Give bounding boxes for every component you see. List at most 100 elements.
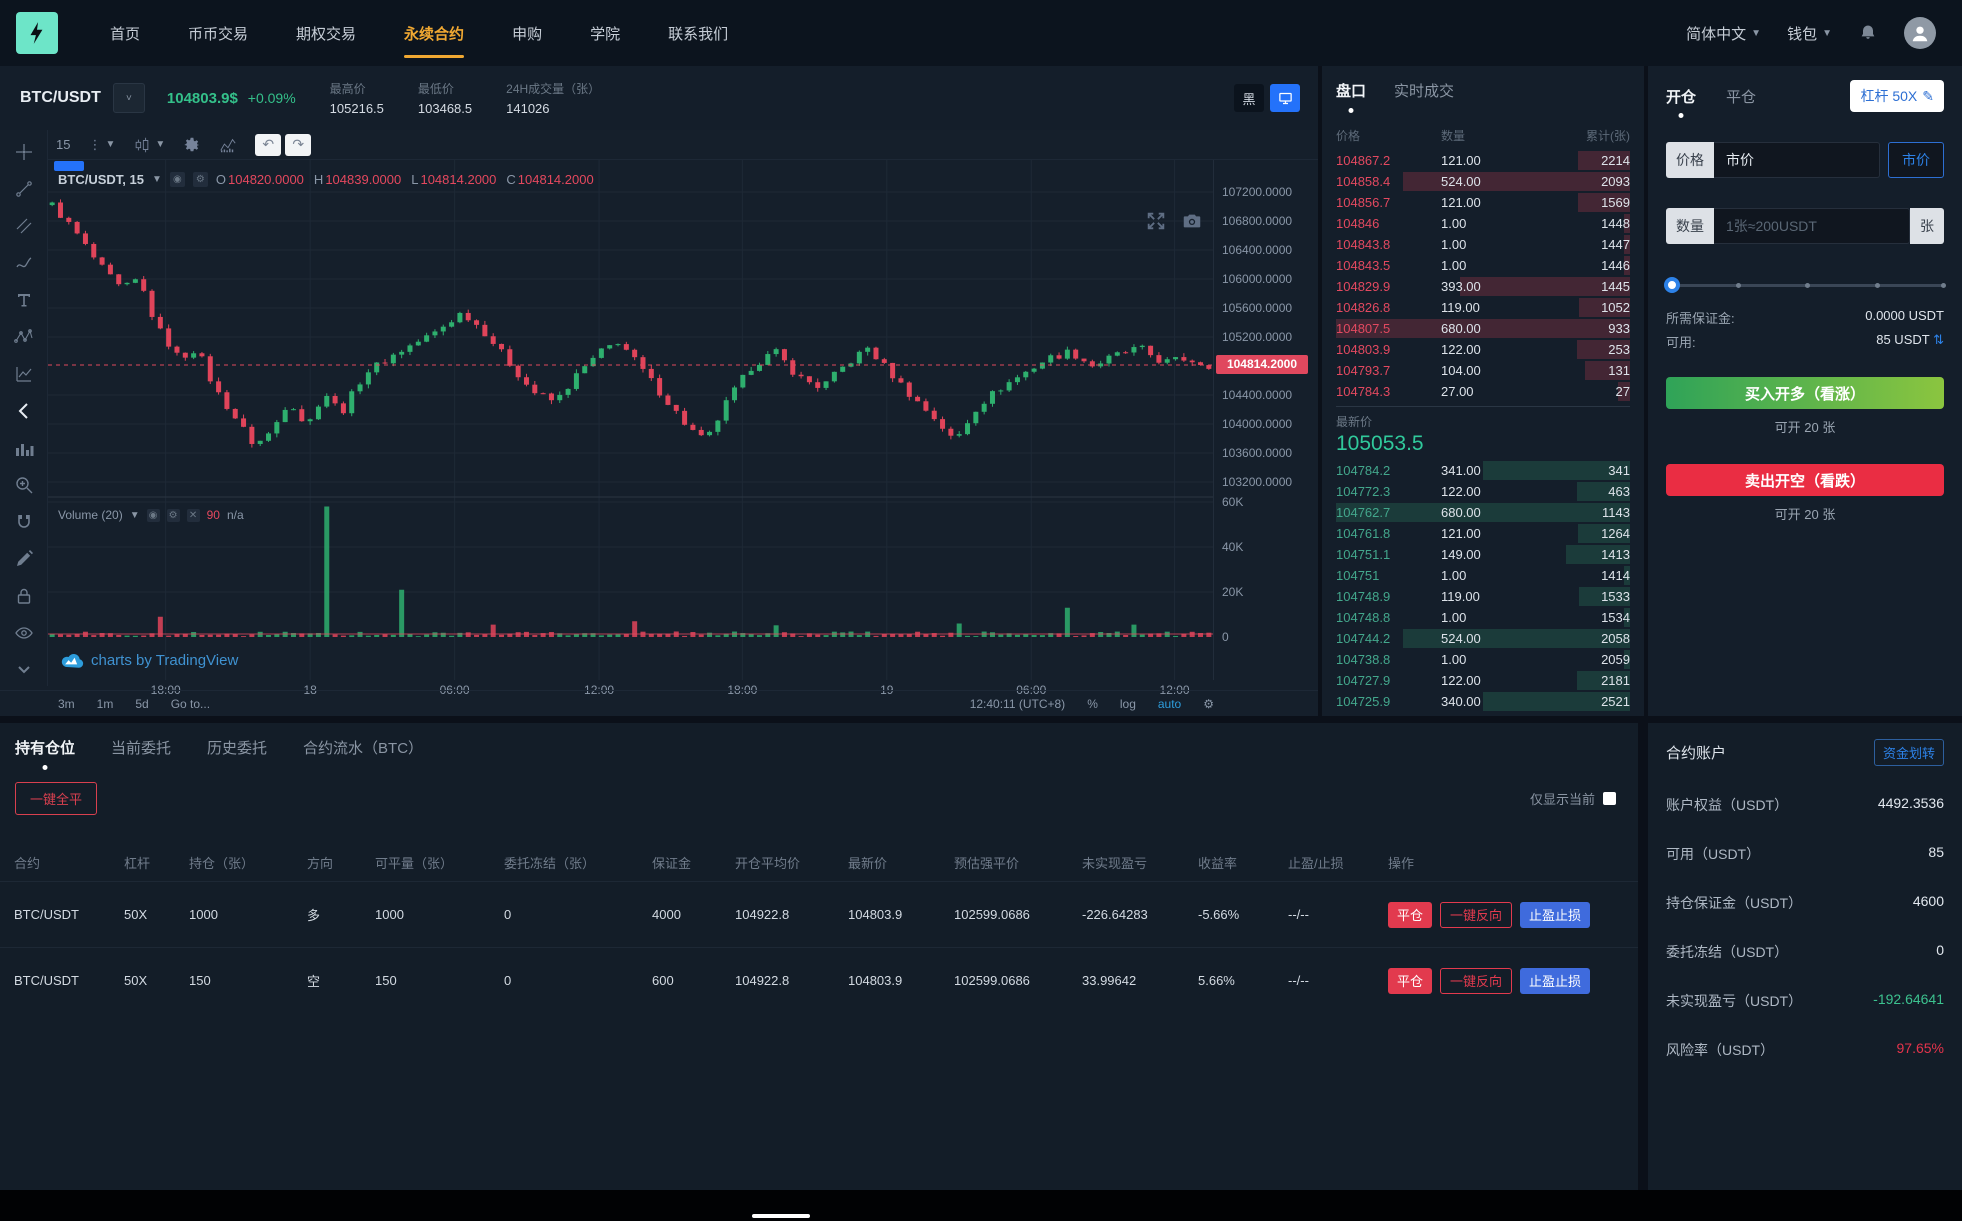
bid-row[interactable]: 104738.8 1.00 2059 [1336,649,1630,670]
language-selector[interactable]: 简体中文 ▼ [1686,23,1761,44]
slider-handle[interactable] [1664,277,1680,293]
close-all-button[interactable]: 一键全平 [15,782,98,815]
settings-gear-icon[interactable] [183,136,201,154]
undo-button[interactable]: ↶ [255,133,282,156]
bid-row[interactable]: 104725.9 340.00 2521 [1336,691,1630,712]
price-input[interactable]: 市价 [1714,142,1880,178]
zoom-icon[interactable] [10,471,38,499]
pair-select-button[interactable]: ˅ [112,83,145,113]
reverse-position-button[interactable]: 一键反向 [1440,967,1513,994]
ask-row[interactable]: 104784.3 27.00 27 [1336,381,1630,402]
gear-icon[interactable]: ⚙ [192,172,208,187]
tab-close-position[interactable]: 平仓 [1726,86,1756,107]
ask-row[interactable]: 104846 1.00 1448 [1336,213,1630,234]
arrow-back-icon[interactable] [10,397,38,425]
ask-row[interactable]: 104829.9 393.00 1445 [1336,276,1630,297]
bid-row[interactable]: 104772.3 122.00 463 [1336,481,1630,502]
amount-slider[interactable] [1664,277,1947,293]
leverage-button[interactable]: 杠杆 50X ✎ [1850,80,1944,112]
buy-long-button[interactable]: 买入开多（看涨） [1666,377,1944,409]
chevron-down-icon[interactable]: ▼ [152,174,162,185]
eye-icon[interactable] [10,619,38,647]
redo-button[interactable]: ↷ [285,133,312,156]
only-current-toggle[interactable]: 仅显示当前 [1530,789,1616,808]
slider-stop[interactable] [1874,283,1880,288]
eye-icon[interactable]: ◉ [146,508,160,522]
crosshair-icon[interactable] [10,138,38,166]
bid-row[interactable]: 104761.8 121.00 1264 [1336,523,1630,544]
brand-logo-icon[interactable] [16,12,58,54]
bid-row[interactable]: 104762.7 680.00 1143 [1336,502,1630,523]
range-5d[interactable]: 5d [135,697,148,711]
histogram-icon[interactable] [10,434,38,462]
close-position-button[interactable]: 平仓 [1388,901,1433,928]
nav-item-6[interactable]: 联系我们 [644,0,752,66]
eye-icon[interactable]: ◉ [169,172,185,187]
ask-row[interactable]: 104793.7 104.00 131 [1336,360,1630,381]
nav-item-4[interactable]: 申购 [488,0,566,66]
close-icon[interactable]: ✕ [186,508,200,522]
parallel-channel-icon[interactable] [10,212,38,240]
axis-gear-icon[interactable]: ⚙ [1203,697,1214,711]
magnet-icon[interactable] [10,508,38,536]
bid-row[interactable]: 104751.1 149.00 1413 [1336,544,1630,565]
log-scale-button[interactable]: log [1120,697,1136,711]
intervals-menu-icon[interactable]: ⋮ ▼ [88,137,115,153]
reverse-position-button[interactable]: 一键反向 [1440,901,1513,928]
slider-stop[interactable] [1941,283,1947,288]
tp-sl-button[interactable]: 止盈止损 [1520,901,1591,928]
legend-symbol[interactable]: BTC/USDT, 15 [58,172,144,187]
tab-open-position[interactable]: 开仓 [1666,86,1696,107]
bid-row[interactable]: 104748.9 119.00 1533 [1336,586,1630,607]
ask-row[interactable]: 104843.8 1.00 1447 [1336,234,1630,255]
auto-scale-button[interactable]: auto [1158,697,1181,711]
gear-icon[interactable]: ⚙ [166,508,180,522]
fund-transfer-link[interactable]: 资金划转 [1873,739,1944,766]
positions-tab-3[interactable]: 合约流水（BTC） [303,737,423,758]
percent-scale-button[interactable]: % [1087,697,1098,711]
edit-icon[interactable] [10,545,38,573]
tp-sl-button[interactable]: 止盈止损 [1520,967,1591,994]
xabcd-pattern-icon[interactable] [10,323,38,351]
camera-snapshot-icon[interactable] [1181,210,1203,232]
only-current-checkbox[interactable] [1603,792,1616,805]
indicators-icon[interactable] [219,136,237,154]
clock-label[interactable]: 12:40:11 (UTC+8) [970,697,1066,711]
trend-line-icon[interactable] [10,175,38,203]
interval-button[interactable]: 15 [56,137,70,152]
volume-label[interactable]: Volume (20) [58,508,123,522]
transfer-icon[interactable]: ⇅ [1933,332,1944,347]
positions-tab-0[interactable]: 持有仓位 [15,737,75,758]
amount-input[interactable]: 1张≈200USDT [1714,208,1910,244]
positions-tab-2[interactable]: 历史委托 [207,737,267,758]
bid-row[interactable]: 104727.9 122.00 2181 [1336,670,1630,691]
positions-tab-1[interactable]: 当前委托 [111,737,171,758]
wallet-menu[interactable]: 钱包 ▼ [1787,23,1832,44]
bid-row[interactable]: 104751 1.00 1414 [1336,565,1630,586]
tradingview-watermark[interactable]: charts by TradingView [60,652,238,669]
chevron-down-icon[interactable]: ▼ [130,510,140,521]
range-3m[interactable]: 3m [58,697,75,711]
ask-row[interactable]: 104867.2 121.00 2214 [1336,150,1630,171]
bid-row[interactable]: 104784.2 341.00 341 [1336,460,1630,481]
brush-icon[interactable] [10,249,38,277]
tab-orderbook[interactable]: 盘口 [1336,80,1366,101]
nav-item-5[interactable]: 学院 [566,0,644,66]
bid-row[interactable]: 104744.2 524.00 2058 [1336,628,1630,649]
lock-icon[interactable] [10,582,38,610]
chart-style-icon[interactable]: ▼ [133,136,165,154]
chart-plot-area[interactable]: BTC/USDT, 15 ▼ ◉ ⚙ O 104820.0000 H 104839.… [48,160,1213,680]
text-icon[interactable] [10,286,38,314]
go-to-date[interactable]: Go to... [171,697,210,711]
tab-trades[interactable]: 实时成交 [1394,80,1454,101]
ask-row[interactable]: 104858.4 524.00 2093 [1336,171,1630,192]
slider-stop[interactable] [1735,283,1741,288]
nav-item-3[interactable]: 永续合约 [380,0,488,66]
ask-row[interactable]: 104826.8 119.00 1052 [1336,297,1630,318]
layout-monitor-button[interactable] [1270,84,1300,112]
forecast-icon[interactable] [10,360,38,388]
user-avatar[interactable] [1904,17,1936,49]
ask-row[interactable]: 104856.7 121.00 1569 [1336,192,1630,213]
nav-item-2[interactable]: 期权交易 [272,0,380,66]
slider-stop[interactable] [1805,283,1810,288]
